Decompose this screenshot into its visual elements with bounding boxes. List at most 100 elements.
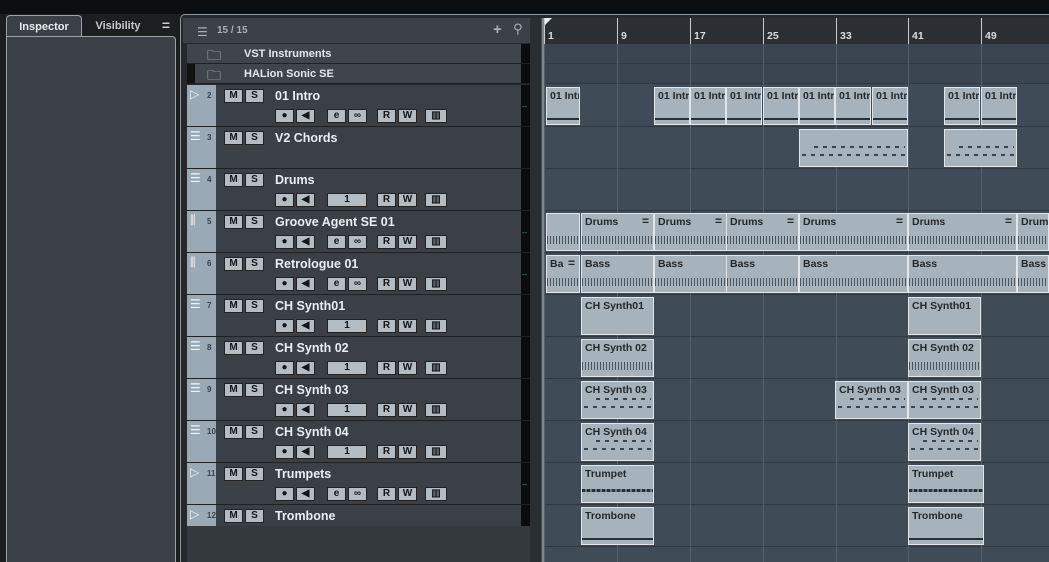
track-lane[interactable]	[544, 169, 1049, 211]
record-enable-button[interactable]: ●	[275, 445, 294, 459]
midi-part[interactable]: CH Synth01	[908, 297, 981, 335]
midi-part[interactable]: CH Synth 02	[581, 339, 654, 377]
record-enable-button[interactable]: ●	[275, 319, 294, 333]
track-row[interactable]: ☰ 10 M S CH Synth 04 ● ◀ 1 R W ▥	[187, 421, 530, 463]
channel-settings-icon[interactable]: ▥	[425, 319, 447, 333]
mute-button[interactable]: M	[224, 467, 243, 481]
midi-part[interactable]: 01 Intro	[690, 87, 726, 125]
midi-part[interactable]: CH Synth 03	[835, 381, 908, 419]
record-enable-button[interactable]: ●	[275, 109, 294, 123]
link-icon[interactable]: ∞	[348, 235, 367, 249]
mute-button[interactable]: M	[224, 425, 243, 439]
midi-part[interactable]: 01 Intro	[799, 87, 835, 125]
channel-settings-icon[interactable]: ▥	[425, 109, 447, 123]
link-icon[interactable]: ∞	[348, 487, 367, 501]
record-enable-button[interactable]: ●	[275, 193, 294, 207]
solo-button[interactable]: S	[245, 467, 264, 481]
mute-button[interactable]: M	[224, 299, 243, 313]
project-cursor-icon[interactable]	[544, 18, 552, 26]
read-automation-button[interactable]: R	[377, 109, 396, 123]
write-automation-button[interactable]: W	[398, 403, 417, 417]
midi-part[interactable]: CH Synth 04	[581, 423, 654, 461]
midi-part[interactable]: Bass	[581, 255, 654, 293]
read-automation-button[interactable]: R	[377, 487, 396, 501]
track-name[interactable]: 01 Intro	[275, 89, 320, 103]
solo-button[interactable]: S	[245, 215, 264, 229]
record-enable-button[interactable]: ●	[275, 403, 294, 417]
record-enable-button[interactable]: ●	[275, 361, 294, 375]
track-name[interactable]: CH Synth 03	[275, 383, 349, 397]
write-automation-button[interactable]: W	[398, 319, 417, 333]
solo-button[interactable]: S	[245, 299, 264, 313]
track-name[interactable]: Trumpets	[275, 467, 331, 481]
read-automation-button[interactable]: R	[377, 235, 396, 249]
monitor-button[interactable]: ◀	[296, 235, 315, 249]
midi-part[interactable]: CH Synth01	[581, 297, 654, 335]
record-enable-button[interactable]: ●	[275, 277, 294, 291]
track-name[interactable]: CH Synth01	[275, 299, 345, 313]
edit-instrument-button[interactable]: e	[327, 235, 346, 249]
channel-settings-icon[interactable]: ▥	[425, 487, 447, 501]
folder-track-halion[interactable]: 🗀 HALion Sonic SE	[187, 64, 530, 84]
track-name[interactable]: Trombone	[275, 509, 335, 523]
midi-part[interactable]: 01 Intro	[763, 87, 799, 125]
track-row[interactable]: ▷ 2 M S 01 Intro ● ◀ e ∞ R W ▥ --	[187, 85, 530, 127]
monitor-button[interactable]: ◀	[296, 277, 315, 291]
midi-part[interactable]: Drums =	[581, 213, 654, 251]
read-automation-button[interactable]: R	[377, 277, 396, 291]
divider-handle[interactable]	[530, 18, 542, 562]
mute-button[interactable]: M	[224, 341, 243, 355]
write-automation-button[interactable]: W	[398, 445, 417, 459]
monitor-button[interactable]: ◀	[296, 403, 315, 417]
midi-part[interactable]: Drums =	[799, 213, 908, 251]
midi-part[interactable]: 01 Intro	[654, 87, 690, 125]
monitor-button[interactable]: ◀	[296, 445, 315, 459]
midi-part[interactable]: Drums =	[726, 213, 799, 251]
record-enable-button[interactable]: ●	[275, 487, 294, 501]
add-track-button[interactable]: +	[493, 21, 502, 38]
mute-button[interactable]: M	[224, 173, 243, 187]
write-automation-button[interactable]: W	[398, 109, 417, 123]
midi-part[interactable]: Trumpet	[581, 465, 654, 503]
mute-button[interactable]: M	[224, 257, 243, 271]
tab-visibility[interactable]: Visibility	[86, 15, 150, 37]
read-automation-button[interactable]: R	[377, 361, 396, 375]
write-automation-button[interactable]: W	[398, 235, 417, 249]
edit-instrument-button[interactable]: e	[327, 277, 346, 291]
midi-part[interactable]: CH Synth 02	[908, 339, 981, 377]
mute-button[interactable]: M	[224, 383, 243, 397]
write-automation-button[interactable]: W	[398, 487, 417, 501]
channel-settings-icon[interactable]: ▥	[425, 361, 447, 375]
track-name[interactable]: V2 Chords	[275, 131, 338, 145]
midi-part[interactable]: Bass	[726, 255, 799, 293]
midi-part[interactable]: 01 Intro	[872, 87, 908, 125]
midi-part[interactable]: Trombone	[908, 507, 984, 545]
midi-part[interactable]: 01 Intro	[981, 87, 1017, 125]
edit-instrument-button[interactable]: e	[327, 109, 346, 123]
monitor-button[interactable]: ◀	[296, 487, 315, 501]
track-name[interactable]: Groove Agent SE 01	[275, 215, 395, 229]
track-row[interactable]: ▷ 11 M S Trumpets ● ◀ e ∞ R W ▥ --	[187, 463, 530, 505]
midi-channel-selector[interactable]: 1	[327, 445, 367, 459]
track-name[interactable]: CH Synth 04	[275, 425, 349, 439]
record-enable-button[interactable]: ●	[275, 235, 294, 249]
midi-part[interactable]: Bass	[1017, 255, 1049, 293]
track-row[interactable]: ☰ 4 M S Drums ● ◀ 1 R W ▥	[187, 169, 530, 211]
solo-button[interactable]: S	[245, 131, 264, 145]
midi-part[interactable]: Ba =	[546, 255, 580, 293]
track-list-icon[interactable]: ☰	[197, 25, 208, 39]
channel-settings-icon[interactable]: ▥	[425, 445, 447, 459]
midi-part[interactable]: Drums	[1017, 213, 1049, 251]
monitor-button[interactable]: ◀	[296, 319, 315, 333]
midi-part[interactable]: Bass	[908, 255, 1017, 293]
midi-part[interactable]: CH Synth 03	[908, 381, 981, 419]
inspector-menu-icon[interactable]: =	[156, 15, 176, 37]
solo-button[interactable]: S	[245, 173, 264, 187]
track-row[interactable]: ☰ 7 M S CH Synth01 ● ◀ 1 R W ▥	[187, 295, 530, 337]
midi-part[interactable]: Trumpet	[908, 465, 984, 503]
midi-channel-selector[interactable]: 1	[327, 403, 367, 417]
write-automation-button[interactable]: W	[398, 277, 417, 291]
solo-button[interactable]: S	[245, 383, 264, 397]
track-row[interactable]: ☰ 8 M S CH Synth 02 ● ◀ 1 R W ▥	[187, 337, 530, 379]
channel-settings-icon[interactable]: ▥	[425, 277, 447, 291]
